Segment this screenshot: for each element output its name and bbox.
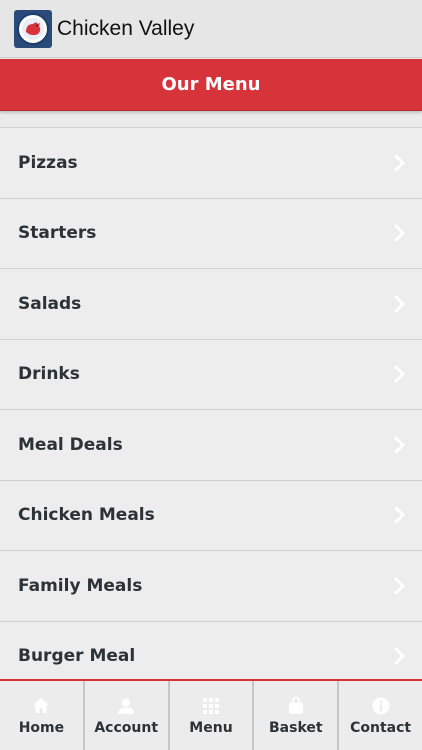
menu-item-family-meals[interactable]: Family Meals [0,551,422,622]
chevron-right-icon [394,577,405,595]
bottom-tab-bar: Home Account Menu Basket Contact [0,679,422,750]
chevron-right-icon [394,506,405,524]
chevron-right-icon [394,436,405,454]
menu-item-drinks[interactable]: Drinks [0,339,422,410]
menu-item-label: Salads [18,293,82,314]
menu-item-starters[interactable]: Starters [0,198,422,269]
info-icon [372,697,390,714]
chevron-right-icon [394,365,405,383]
menu-list: Pizzas Starters Salads Drinks Meal Deals… [0,127,422,692]
chevron-right-icon [394,154,405,172]
menu-item-meal-deals[interactable]: Meal Deals [0,410,422,481]
chicken-logo-icon [14,9,52,48]
app-screen: Chicken Valley Our Menu Pizzas Starters … [0,0,422,750]
chevron-right-icon [394,295,405,313]
user-icon [118,698,135,714]
menu-item-label: Starters [18,223,97,244]
menu-item-label: Burger Meal [18,646,136,667]
tab-home[interactable]: Home [0,681,84,750]
tab-label: Home [18,719,65,736]
chevron-right-icon [394,647,405,665]
tab-label: Account [94,719,159,736]
tab-menu[interactable]: Menu [168,681,254,750]
page-title: Our Menu [161,74,261,95]
menu-item-label: Chicken Meals [18,505,155,526]
tab-label: Contact [350,719,412,736]
bag-icon [288,696,303,714]
tab-basket[interactable]: Basket [253,681,339,750]
title-bar: Chicken Valley [0,0,422,58]
menu-item-label: Family Meals [18,575,143,596]
tab-account[interactable]: Account [83,681,169,750]
menu-item-salads[interactable]: Salads [0,269,422,340]
page-header: Our Menu [0,59,422,111]
app-title: Chicken Valley [57,16,195,40]
chevron-right-icon [394,224,405,242]
menu-item-chicken-meals[interactable]: Chicken Meals [0,480,422,551]
tab-label: Menu [189,719,233,736]
menu-item-pizzas[interactable]: Pizzas [0,128,422,199]
menu-item-label: Drinks [18,364,80,385]
tab-label: Basket [269,719,323,736]
menu-item-label: Pizzas [18,152,78,173]
tab-contact[interactable]: Contact [338,681,422,750]
menu-item-label: Meal Deals [18,434,123,455]
grid-icon [202,697,219,714]
home-icon [33,697,50,713]
